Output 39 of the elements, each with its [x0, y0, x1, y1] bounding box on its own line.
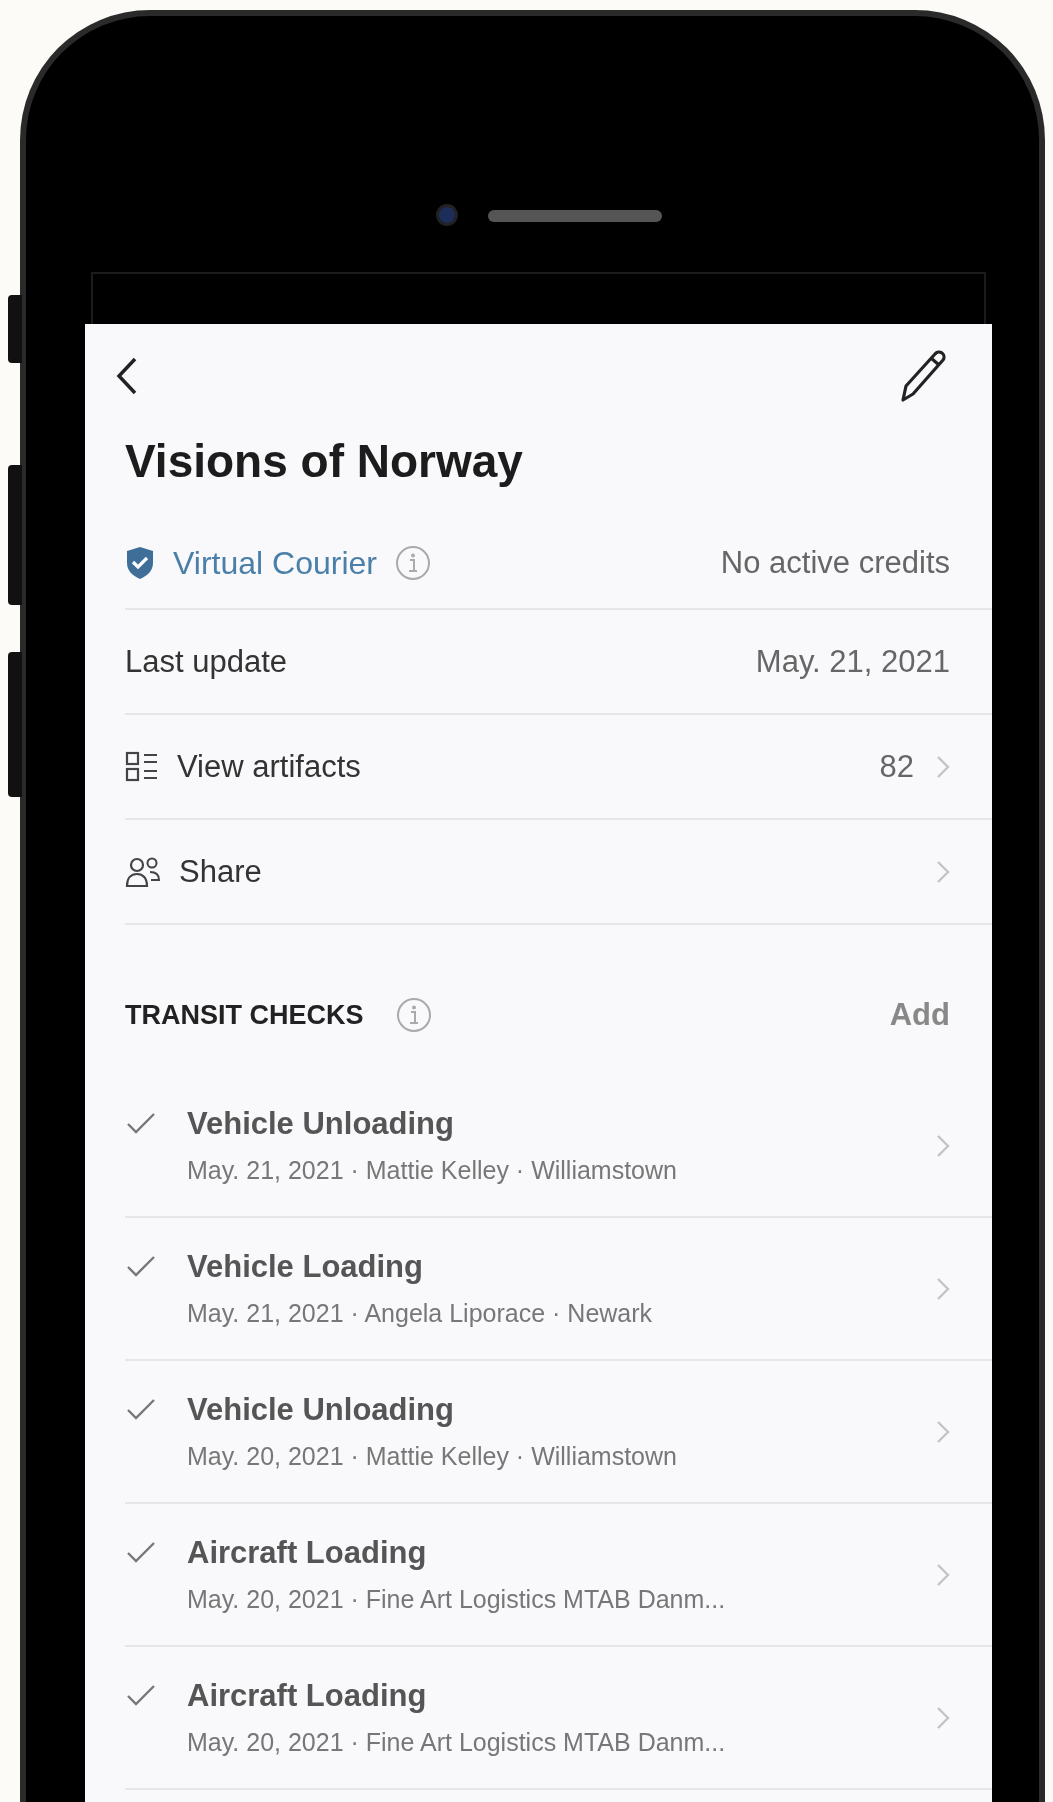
check-title: Vehicle Unloading — [187, 1392, 455, 1428]
row-label: Last update — [125, 643, 288, 680]
list-item[interactable]: View artifacts 82 — [125, 715, 992, 820]
check-details: May. 20, 2021 · Fine Art Logistics MTAB Danm... — [187, 1585, 727, 1614]
row-label: View artifacts — [177, 748, 361, 785]
chevron-right-icon — [936, 1705, 950, 1730]
transit-check-item[interactable]: Vehicle Loading May. 21, 2021 · Angela Liporace · Newark — [125, 1218, 992, 1361]
page-title: Visions of Norway — [125, 434, 524, 489]
check-title: Aircraft Loading — [187, 1535, 428, 1571]
chevron-right-icon — [936, 1276, 950, 1301]
check-title: Aircraft Loading — [187, 1678, 428, 1714]
chevron-right-icon — [936, 1419, 950, 1444]
check-title: Vehicle Unloading — [187, 1106, 455, 1142]
shield-check-icon — [125, 546, 155, 580]
section-heading: TRANSIT CHECKS — [125, 999, 364, 1031]
chevron-right-icon — [936, 754, 950, 779]
chevron-right-icon — [936, 1562, 950, 1587]
check-details: May. 20, 2021 · Mattie Kelley · Williamstown — [187, 1442, 678, 1471]
back-icon[interactable] — [115, 356, 139, 396]
row-value: May. 21, 2021 — [755, 643, 950, 680]
credits-status: No active credits — [720, 545, 950, 581]
check-details: May. 21, 2021 · Angela Liporace · Newark — [187, 1299, 654, 1328]
chevron-right-icon — [936, 1133, 950, 1158]
transit-check-item[interactable]: Aircraft Loading May. 20, 2021 · Fine Art Logistics MTAB Danm... — [125, 1647, 992, 1790]
camera-icon — [435, 204, 458, 226]
people-icon — [125, 855, 161, 888]
pencil-icon[interactable] — [899, 348, 947, 404]
check-details: May. 20, 2021 · Fine Art Logistics MTAB Danm... — [187, 1728, 727, 1757]
check-title: Vehicle Loading — [187, 1249, 424, 1285]
check-details: May. 21, 2021 · Mattie Kelley · Williamstown — [187, 1156, 678, 1185]
grid-list-icon — [125, 750, 159, 783]
list-item[interactable]: Share — [125, 820, 992, 925]
transit-check-item[interactable]: Aircraft Loading May. 20, 2021 · Fine Art Logistics MTAB Danm... — [125, 1504, 992, 1647]
transit-check-item[interactable]: Vehicle Unloading May. 20, 2021 · Mattie Kelley · Williamstown — [125, 1361, 992, 1504]
chevron-right-icon — [936, 859, 950, 884]
count-text: 82 — [879, 748, 914, 785]
courier-link[interactable]: Virtual Courier — [173, 544, 377, 582]
row-label: Share — [179, 853, 262, 890]
transit-check-item[interactable]: Vehicle Unloading May. 21, 2021 · Mattie Kelley · Williamstown — [125, 1075, 992, 1218]
